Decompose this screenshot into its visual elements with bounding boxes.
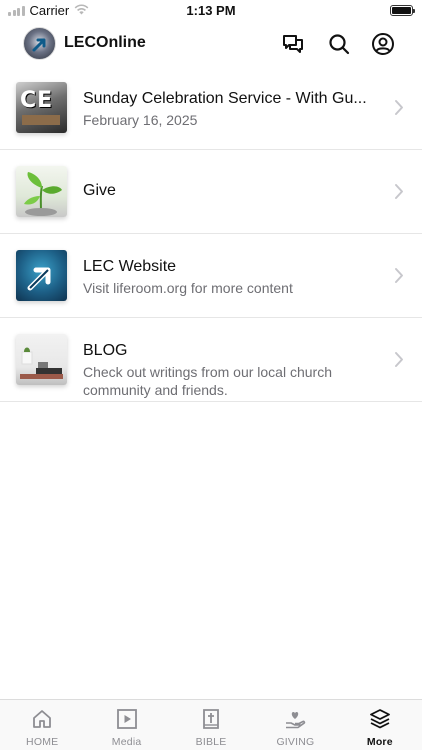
home-icon: [33, 710, 52, 728]
thumbnail-lettering: CE: [20, 88, 54, 113]
status-time: 1:13 PM: [186, 3, 236, 18]
giving-icon: [286, 712, 306, 729]
app-logo[interactable]: [23, 27, 56, 60]
item-title: Give: [83, 182, 116, 199]
tab-home[interactable]: HOME: [0, 700, 84, 750]
tab-bible[interactable]: BIBLE: [169, 700, 253, 750]
bible-icon: [203, 709, 219, 729]
tab-giving[interactable]: GIVING: [253, 700, 337, 750]
chevron-right-icon: [395, 268, 403, 283]
tab-label: BIBLE: [195, 736, 227, 748]
item-title: BLOG: [83, 342, 128, 359]
layers-icon: [369, 709, 390, 729]
item-title: Sunday Celebration Service - With Gu...: [83, 90, 367, 107]
item-subtitle: Visit liferoom.org for more content: [83, 280, 293, 296]
app-title: LECOnline: [64, 34, 146, 51]
item-subtitle: Check out writings from our local church…: [83, 364, 332, 398]
chat-icon[interactable]: [281, 32, 305, 56]
list-item-blog[interactable]: BLOG Check out writings from our local c…: [0, 318, 422, 402]
tab-label: Media: [111, 736, 142, 748]
tab-more[interactable]: More: [338, 700, 422, 750]
list-item-lec-website[interactable]: LEC Website Visit liferoom.org for more …: [0, 234, 422, 318]
tab-bar: HOME Media BIBLE GIVING More: [0, 699, 422, 750]
tab-label: GIVING: [276, 736, 315, 748]
give-thumbnail: [16, 166, 67, 217]
search-icon[interactable]: [327, 32, 351, 56]
list-item-give[interactable]: Give: [0, 150, 422, 234]
lec-website-thumbnail: [16, 250, 67, 301]
sunday-service-thumbnail: CE: [16, 82, 67, 133]
chevron-right-icon: [395, 100, 403, 115]
item-subtitle: February 16, 2025: [83, 112, 198, 128]
content-list: CE Sunday Celebration Service - With Gu.…: [0, 66, 422, 402]
status-bar: Carrier 1:13 PM: [0, 0, 422, 22]
list-item-sunday-service[interactable]: CE Sunday Celebration Service - With Gu.…: [0, 66, 422, 150]
tab-label: HOME: [26, 736, 59, 748]
blog-thumbnail: [16, 334, 67, 385]
tab-label: More: [366, 736, 393, 748]
chevron-right-icon: [395, 184, 403, 199]
item-title: LEC Website: [83, 258, 177, 275]
app-header: LECOnline: [0, 22, 422, 66]
play-icon: [116, 709, 137, 729]
battery-icon: [390, 5, 415, 16]
chevron-right-icon: [395, 352, 403, 367]
tab-media[interactable]: Media: [84, 700, 168, 750]
profile-icon[interactable]: [371, 32, 395, 56]
